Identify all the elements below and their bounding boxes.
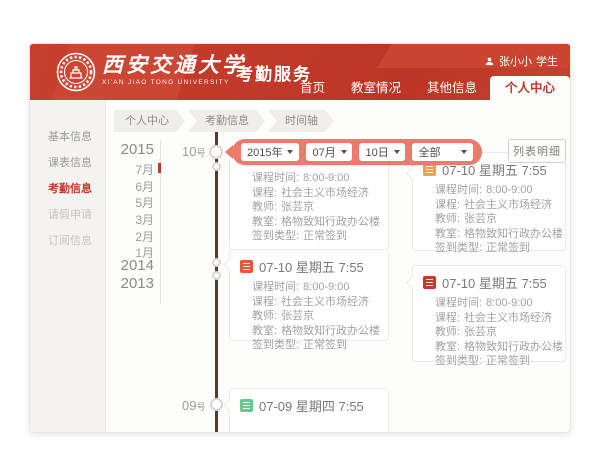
- chevron-down-icon: [394, 150, 400, 154]
- nav-item-classrooms[interactable]: 教室情况: [338, 76, 414, 100]
- attendance-card[interactable]: 07-10 星期五 7:55 课程时间:8:00-9:00 课程:社会主义市场经…: [412, 265, 566, 362]
- user-chip[interactable]: 张小小 学生: [484, 53, 558, 69]
- attendance-card[interactable]: 07-09 星期四 7:55: [229, 388, 389, 432]
- month-dropdown-value: 07月: [312, 144, 335, 160]
- card-header: 07-10 星期五 7:55: [413, 266, 565, 296]
- sidebar-item-basic-info[interactable]: 基本信息: [30, 124, 105, 150]
- card-field: 签到类型:正常签到: [413, 241, 565, 256]
- month-feb[interactable]: 2月: [135, 228, 154, 245]
- type-dropdown[interactable]: 全部: [412, 143, 473, 161]
- card-field: 课程:社会主义市场经济: [413, 311, 565, 326]
- month-dropdown[interactable]: 07月: [306, 143, 352, 161]
- card-field: 签到类型:正常签到: [413, 354, 565, 369]
- card-field: 课程时间:8:00-9:00: [230, 280, 388, 295]
- month-jul[interactable]: 7月: [135, 161, 154, 178]
- card-field: 教室:格物致知行政办公楼: [230, 324, 388, 339]
- card-title: 07-10 星期五 7:55: [442, 273, 547, 292]
- year-dropdown[interactable]: 2015年: [241, 143, 299, 161]
- timeline-node-day09: [210, 398, 223, 411]
- breadcrumb-attendance[interactable]: 考勤信息: [188, 110, 265, 132]
- day-marker-10: 10号: [182, 144, 205, 159]
- sidebar-item-attendance[interactable]: 考勤信息: [30, 176, 105, 202]
- card-field: 教师:张芸京: [413, 325, 565, 340]
- sidebar-item-timetable[interactable]: 课表信息: [30, 150, 105, 176]
- day-dropdown[interactable]: 10日: [359, 143, 405, 161]
- card-header: 07-09 星期四 7:55: [230, 389, 388, 419]
- card-field: 教室:格物致知行政办公楼: [413, 227, 565, 242]
- card-field: 课程:社会主义市场经济: [230, 186, 388, 201]
- chevron-down-icon: [461, 150, 467, 154]
- day-marker-09: 09号: [182, 398, 205, 413]
- type-dropdown-value: 全部: [418, 144, 440, 160]
- card-field: 教室:格物致知行政办公楼: [230, 215, 388, 230]
- university-name-cn: 西安交通大学: [102, 51, 246, 78]
- university-name-en: XI'AN JIAO TONG UNIVERSITY: [102, 79, 246, 86]
- user-icon: [484, 56, 495, 67]
- card-title: 07-10 星期五 7:55: [259, 257, 364, 276]
- year-dropdown-value: 2015年: [247, 144, 282, 160]
- card-field: 课程:社会主义市场经济: [413, 198, 565, 213]
- month-jun[interactable]: 6月: [135, 178, 154, 195]
- chevron-down-icon: [287, 150, 293, 154]
- record-type-icon: [240, 260, 253, 273]
- card-header: 07-10 星期五 7:55: [230, 250, 388, 280]
- nav-item-personal-center[interactable]: 个人中心: [490, 76, 570, 100]
- nav-item-other-info[interactable]: 其他信息: [414, 76, 490, 100]
- university-title-block: 西安交通大学 XI'AN JIAO TONG UNIVERSITY: [102, 51, 246, 86]
- user-role: 学生: [536, 53, 558, 69]
- year-2014[interactable]: 2014: [121, 257, 154, 274]
- card-field: 教室:格物致知行政办公楼: [413, 340, 565, 355]
- card-field: 教师:张芸京: [230, 200, 388, 215]
- month-mar[interactable]: 3月: [135, 211, 154, 228]
- card-field: 课程时间:8:00-9:00: [413, 296, 565, 311]
- day-dropdown-value: 10日: [365, 144, 388, 160]
- card-title: 07-09 星期四 7:55: [259, 396, 364, 415]
- card-field: 课程:社会主义市场经济: [230, 295, 388, 310]
- breadcrumb-timeline[interactable]: 时间轴: [268, 110, 334, 132]
- card-field: 签到类型:正常签到: [230, 229, 388, 244]
- timeline-year-month-nav: 2015 7月 6月 5月 3月 2月 1月 2014 2013: [106, 100, 158, 432]
- chevron-down-icon: [341, 150, 347, 154]
- card-field: 教师:张芸京: [230, 309, 388, 324]
- top-nav: 首页 教室情况 其他信息 个人中心: [287, 76, 570, 100]
- date-filter-bar: 2015年 07月 10日 全部: [232, 139, 482, 165]
- year-2013[interactable]: 2013: [121, 275, 154, 292]
- year-2015[interactable]: 2015: [121, 141, 154, 158]
- sidebar: 基本信息 课表信息 考勤信息 请假申请 订阅信息: [30, 100, 106, 432]
- breadcrumb: 个人中心 考勤信息 时间轴: [114, 110, 334, 132]
- card-field: 教师:张芸京: [413, 212, 565, 227]
- sidebar-item-subscription[interactable]: 订阅信息: [30, 228, 105, 254]
- timeline-node-day10: [209, 145, 223, 159]
- card-field: 课程时间:8:00-9:00: [413, 183, 565, 198]
- timeline-node-small: [212, 258, 221, 267]
- user-name: 张小小: [499, 53, 532, 69]
- nav-item-home[interactable]: 首页: [287, 76, 338, 100]
- record-type-icon: [423, 276, 436, 289]
- screenshot-canvas: 西安交通大学 XI'AN JIAO TONG UNIVERSITY 考勤服务 张…: [0, 0, 600, 450]
- attendance-card[interactable]: 07-10 星期五 7:55 课程时间:8:00-9:00 课程:社会主义市场经…: [412, 152, 566, 251]
- attendance-card[interactable]: 07-10 星期五 7:55 课程时间:8:00-9:00 课程:社会主义市场经…: [229, 249, 389, 341]
- attendance-app-window: 西安交通大学 XI'AN JIAO TONG UNIVERSITY 考勤服务 张…: [30, 44, 570, 432]
- breadcrumb-personal-center[interactable]: 个人中心: [114, 110, 185, 132]
- month-may[interactable]: 5月: [135, 194, 154, 211]
- card-field: 签到类型:正常签到: [230, 338, 388, 353]
- app-header: 西安交通大学 XI'AN JIAO TONG UNIVERSITY 考勤服务 张…: [30, 44, 570, 100]
- timeline-node-small: [212, 162, 221, 171]
- list-detail-button[interactable]: 列表明细: [508, 139, 566, 163]
- university-logo-icon: [56, 52, 96, 92]
- timeline-node-small: [212, 271, 221, 280]
- record-type-icon: [240, 399, 253, 412]
- sidebar-item-leave-request[interactable]: 请假申请: [30, 202, 105, 228]
- card-field: 课程时间:8:00-9:00: [230, 171, 388, 186]
- current-month-marker: [158, 163, 161, 173]
